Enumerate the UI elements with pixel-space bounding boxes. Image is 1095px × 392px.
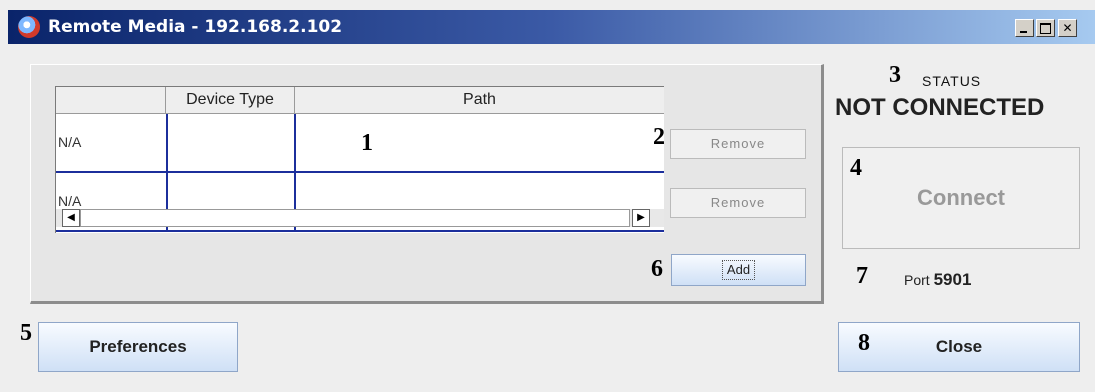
callout-6: 6	[651, 256, 663, 282]
close-button[interactable]: Close	[838, 322, 1080, 372]
table-row[interactable]: N/A	[56, 114, 664, 173]
callout-3: 3	[889, 62, 901, 88]
title-bar[interactable]: Remote Media - 192.168.2.102 ✕	[8, 10, 1095, 44]
callout-5: 5	[20, 320, 32, 346]
path-cell[interactable]	[294, 114, 664, 171]
scroll-thumb[interactable]	[80, 209, 630, 227]
connect-button[interactable]: Connect	[842, 147, 1080, 249]
window-close-button[interactable]: ✕	[1058, 19, 1077, 37]
close-icon: ✕	[1062, 21, 1073, 35]
remove-button-row-1[interactable]: Remove	[670, 129, 806, 159]
callout-1: 1	[361, 130, 373, 156]
column-header-device-type[interactable]: Device Type	[166, 87, 295, 114]
scroll-left-icon[interactable]: ◀	[62, 209, 80, 227]
status-label: STATUS	[922, 73, 982, 89]
media-table: Device Type Path N/A N/A ◀ ▶	[55, 86, 664, 233]
callout-7: 7	[856, 263, 868, 289]
port-readout: Port 5901	[904, 270, 971, 290]
column-header-id[interactable]	[56, 87, 166, 114]
minimize-icon	[1020, 31, 1027, 33]
remote-media-window: Remote Media - 192.168.2.102 ✕ Device Ty…	[0, 0, 1095, 392]
device-type-cell[interactable]	[166, 114, 296, 171]
remove-button-row-2[interactable]: Remove	[670, 188, 806, 218]
maximize-icon	[1040, 23, 1051, 34]
callout-2: 2	[653, 124, 665, 150]
port-label: Port	[904, 272, 930, 288]
callout-4: 4	[850, 155, 862, 181]
horizontal-scrollbar[interactable]: ◀ ▶	[56, 209, 664, 227]
status-value: NOT CONNECTED	[835, 94, 1045, 121]
row-id-cell: N/A	[58, 134, 82, 150]
add-button[interactable]: Add	[671, 254, 806, 286]
minimize-button[interactable]	[1015, 19, 1034, 37]
preferences-button[interactable]: Preferences	[38, 322, 238, 372]
column-header-path[interactable]: Path	[295, 87, 664, 114]
scroll-right-icon[interactable]: ▶	[632, 209, 650, 227]
port-number: 5901	[933, 270, 972, 289]
add-button-label: Add	[721, 260, 756, 280]
maximize-button[interactable]	[1036, 19, 1055, 37]
window-title: Remote Media - 192.168.2.102	[48, 17, 343, 37]
app-disc-icon	[18, 16, 40, 38]
callout-8: 8	[858, 330, 870, 356]
